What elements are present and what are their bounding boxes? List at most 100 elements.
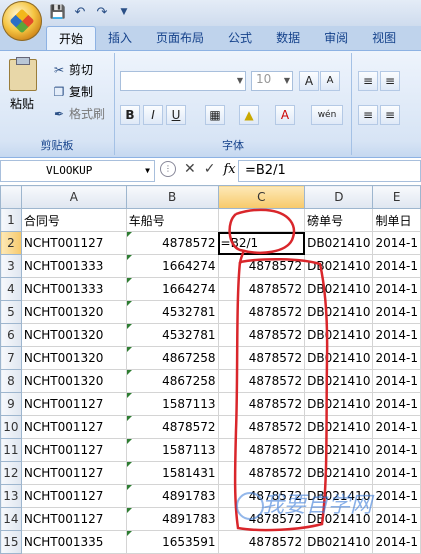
cell-e[interactable]: 2014-1 — [372, 369, 421, 393]
cell-d[interactable]: DB021410 — [304, 231, 374, 255]
cell-a[interactable]: NCHT001127 — [20, 415, 127, 439]
cell-e[interactable]: 2014-1 — [372, 461, 421, 485]
cell-c[interactable]: 4878572 — [217, 438, 306, 462]
cell-a[interactable]: NCHT001335 — [20, 530, 127, 554]
redo-icon[interactable]: ↷ — [94, 4, 110, 20]
row-header[interactable]: 14 — [0, 507, 22, 531]
tab-page-layout[interactable]: 页面布局 — [144, 26, 216, 50]
cell-a[interactable]: NCHT001320 — [20, 369, 127, 393]
cell-c[interactable]: 4878572 — [217, 507, 306, 531]
cell-a[interactable]: NCHT001320 — [20, 323, 127, 347]
cell-b[interactable]: 1587113 — [125, 438, 219, 462]
shrink-font-button[interactable]: A — [320, 71, 340, 91]
cell-d[interactable]: DB021410 — [304, 300, 374, 324]
row-header[interactable]: 5 — [0, 300, 22, 324]
cell-e[interactable]: 2014-1 — [372, 484, 421, 508]
cell-e[interactable]: 2014-1 — [372, 300, 421, 324]
row-header[interactable]: 13 — [0, 484, 22, 508]
cell-c[interactable]: 4878572 — [217, 530, 306, 554]
column-header-a[interactable]: A — [20, 185, 127, 209]
cell-b[interactable]: 4891783 — [125, 484, 219, 508]
cell-e[interactable]: 2014-1 — [372, 346, 421, 370]
cell-c[interactable]: 4878572 — [217, 461, 306, 485]
office-button[interactable] — [2, 1, 42, 41]
cell-b[interactable]: 4867258 — [125, 369, 219, 393]
cell-e[interactable]: 2014-1 — [372, 438, 421, 462]
paste-button[interactable]: 粘贴 — [10, 95, 34, 112]
cell-c[interactable]: 4878572 — [217, 300, 306, 324]
cell-a[interactable]: NCHT001127 — [20, 461, 127, 485]
copy-button[interactable]: ❐ 复制 — [52, 83, 93, 100]
cell-a[interactable]: NCHT001127 — [20, 484, 127, 508]
format-painter-button[interactable]: ✒ 格式刷 — [52, 105, 105, 122]
cell-a[interactable]: 合同号 — [20, 208, 127, 232]
cell-e[interactable]: 2014-1 — [372, 392, 421, 416]
align-left-button[interactable]: ≡ — [358, 105, 378, 125]
fill-color-button[interactable]: ▲ — [239, 105, 259, 125]
row-header[interactable]: 15 — [0, 530, 22, 554]
cut-button[interactable]: ✂ 剪切 — [52, 61, 93, 78]
cell-a[interactable]: NCHT001320 — [20, 346, 127, 370]
cell-c[interactable]: 4878572 — [217, 277, 306, 301]
font-name-combo[interactable]: ▼ — [120, 71, 246, 91]
row-header[interactable]: 11 — [0, 438, 22, 462]
align-middle-button[interactable]: ≡ — [380, 71, 400, 91]
cancel-icon[interactable]: ✕ — [184, 161, 196, 177]
grow-font-button[interactable]: A — [299, 71, 319, 91]
tab-view[interactable]: 视图 — [360, 26, 408, 50]
cell-e[interactable]: 2014-1 — [372, 415, 421, 439]
cell-b[interactable]: 4532781 — [125, 323, 219, 347]
cell-e[interactable]: 2014-1 — [372, 507, 421, 531]
cell-c[interactable]: 4878572 — [217, 484, 306, 508]
row-header[interactable]: 10 — [0, 415, 22, 439]
cell-c[interactable] — [217, 208, 306, 232]
chevron-down-icon[interactable]: ▼ — [116, 4, 132, 20]
italic-button[interactable]: I — [143, 105, 163, 125]
row-header[interactable]: 9 — [0, 392, 22, 416]
cell-d[interactable]: DB021410 — [304, 484, 374, 508]
cell-c[interactable]: 4878572 — [217, 254, 306, 278]
cell-e[interactable]: 2014-1 — [372, 231, 421, 255]
cell-c[interactable]: 4878572 — [217, 323, 306, 347]
cell-d[interactable]: DB021410 — [304, 277, 374, 301]
cell-b[interactable]: 4878572 — [125, 415, 219, 439]
borders-button[interactable]: ▦ — [205, 105, 225, 125]
cell-b[interactable]: 4891783 — [125, 507, 219, 531]
insert-function-button[interactable]: fx — [223, 162, 235, 177]
cell-d[interactable]: DB021410 — [304, 530, 374, 554]
cell-c[interactable]: 4878572 — [217, 392, 306, 416]
cell-c[interactable]: 4878572 — [217, 415, 306, 439]
cell-d[interactable]: DB021410 — [304, 254, 374, 278]
cell-d[interactable]: DB021410 — [304, 369, 374, 393]
cell-d[interactable]: DB021410 — [304, 438, 374, 462]
cell-e[interactable]: 制单日 — [372, 208, 421, 232]
row-header[interactable]: 8 — [0, 369, 22, 393]
cell-b[interactable]: 4878572 — [125, 231, 219, 255]
cell-b[interactable]: 1587113 — [125, 392, 219, 416]
cell-d[interactable]: DB021410 — [304, 346, 374, 370]
cell-a[interactable]: NCHT001333 — [20, 254, 127, 278]
cell-a[interactable]: NCHT001127 — [20, 507, 127, 531]
formula-input[interactable]: =B2/1 — [238, 160, 421, 182]
cell-a[interactable]: NCHT001127 — [20, 392, 127, 416]
cell-d[interactable]: DB021410 — [304, 507, 374, 531]
cell-a[interactable]: NCHT001320 — [20, 300, 127, 324]
cell-b[interactable]: 1664274 — [125, 254, 219, 278]
row-header[interactable]: 7 — [0, 346, 22, 370]
column-header-c[interactable]: C — [217, 185, 306, 209]
cell-b[interactable]: 4532781 — [125, 300, 219, 324]
row-header[interactable]: 1 — [0, 208, 22, 232]
enter-icon[interactable]: ✓ — [204, 161, 216, 177]
expand-icon[interactable]: ⋮ — [160, 161, 176, 177]
cell-a[interactable]: NCHT001127 — [20, 438, 127, 462]
cell-b[interactable]: 1653591 — [125, 530, 219, 554]
cell-d[interactable]: DB021410 — [304, 461, 374, 485]
underline-button[interactable]: U — [166, 105, 186, 125]
column-header-b[interactable]: B — [125, 185, 219, 209]
cell-d[interactable]: DB021410 — [304, 392, 374, 416]
cell-c[interactable]: 4878572 — [217, 346, 306, 370]
cell-b[interactable]: 1664274 — [125, 277, 219, 301]
chevron-down-icon[interactable]: ▼ — [145, 166, 150, 175]
cell-e[interactable]: 2014-1 — [372, 277, 421, 301]
cell-d[interactable]: DB021410 — [304, 415, 374, 439]
